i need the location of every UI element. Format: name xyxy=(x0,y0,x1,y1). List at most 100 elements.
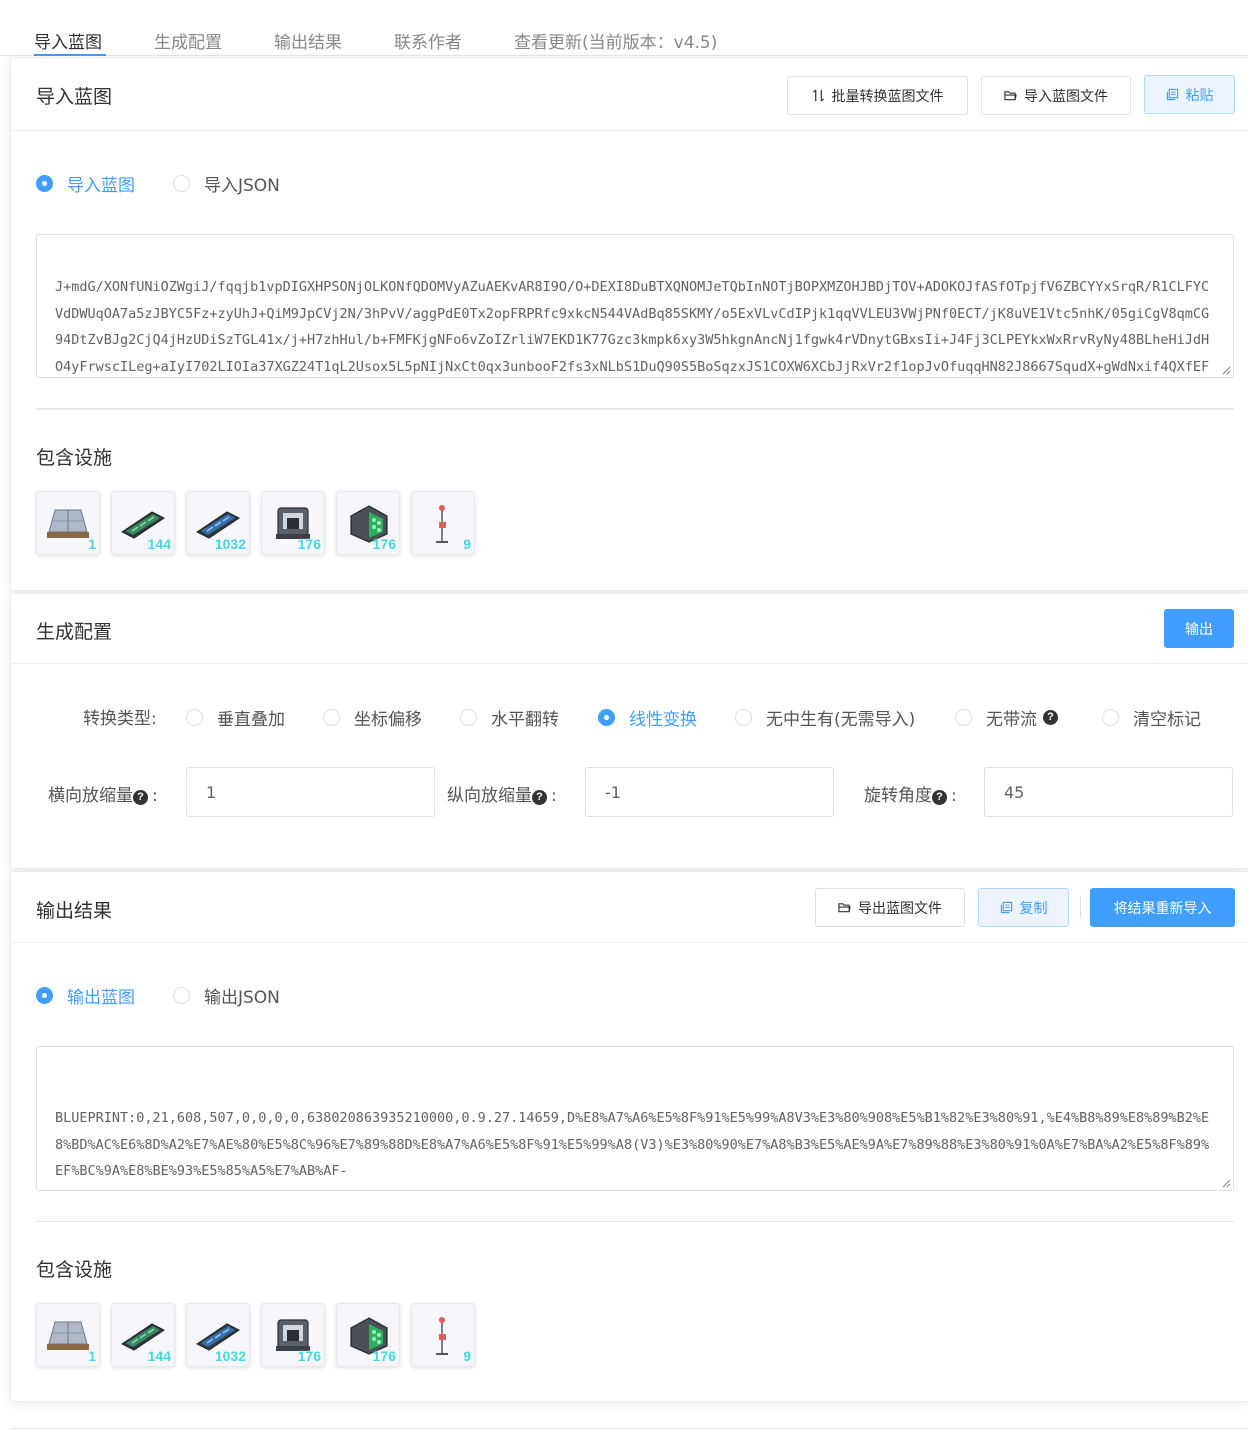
folder-open-icon xyxy=(1004,91,1017,101)
copy-label: 复制 xyxy=(1019,900,1048,917)
import-facility-list: 1 144 1032 176 176 9 xyxy=(36,491,476,555)
import-card-title: 导入蓝图 xyxy=(36,86,113,108)
facility-item: 1032 xyxy=(186,1303,250,1367)
facility-item: 9 xyxy=(411,491,475,555)
import-card-header: 导入蓝图 批量转换蓝图文件 导入蓝图文件 粘贴 xyxy=(11,58,1248,131)
radio-dot xyxy=(173,987,190,1004)
paste-button[interactable]: 粘贴 xyxy=(1144,75,1235,114)
reimport-button[interactable]: 将结果重新导入 xyxy=(1090,888,1235,927)
import-blueprint-textarea[interactable]: J+mdG/XONfUNiOZWgiJ/fqqjb1vpDIGXHPSONjOL… xyxy=(36,234,1234,378)
import-blueprint-text: J+mdG/XONfUNiOZWgiJ/fqqjb1vpDIGXHPSONjOL… xyxy=(55,279,1210,375)
import-facilities-label: 包含设施 xyxy=(36,447,113,469)
button-separator xyxy=(1080,896,1081,918)
radio-create-from-nothing[interactable]: 无中生有(无需导入) xyxy=(735,705,915,730)
horizontal-scale-text: 横向放缩量 xyxy=(48,786,133,806)
field-colon: : xyxy=(551,786,557,806)
sort-icon xyxy=(812,89,824,102)
vertical-scale-input[interactable]: -1 xyxy=(585,767,834,817)
facility-item: 176 xyxy=(261,1303,325,1367)
output-card-title: 输出结果 xyxy=(36,900,113,922)
radio-dot xyxy=(735,709,752,726)
radio-clear-marks-label: 清空标记 xyxy=(1133,710,1201,730)
copy-button[interactable]: 复制 xyxy=(978,888,1069,927)
traffic-monitor-icon xyxy=(436,505,448,543)
facility-item: 176 xyxy=(261,491,325,555)
radio-import-blueprint[interactable]: 导入蓝图 xyxy=(36,171,135,196)
radio-clear-marks[interactable]: 清空标记 xyxy=(1102,705,1201,730)
import-card: 导入蓝图 批量转换蓝图文件 导入蓝图文件 粘贴 导入蓝图 导入JSON J+md… xyxy=(10,57,1248,591)
tab-config[interactable]: 生成配置 xyxy=(154,28,222,53)
facility-count: 176 xyxy=(372,536,396,552)
radio-coord-offset[interactable]: 坐标偏移 xyxy=(323,705,422,730)
copy-icon xyxy=(1166,88,1178,101)
config-card: 生成配置 输出 转换类型: 垂直叠加 坐标偏移 水平翻转 线性变换 无中生有(无… xyxy=(10,593,1248,869)
radio-import-json[interactable]: 导入JSON xyxy=(173,171,280,196)
resize-handle-icon[interactable] xyxy=(1221,1178,1231,1188)
import-divider xyxy=(36,408,1234,410)
output-blueprint-text: BLUEPRINT:0,21,608,507,0,0,0,0,638020863… xyxy=(55,1110,1210,1190)
batch-convert-button[interactable]: 批量转换蓝图文件 xyxy=(787,76,968,115)
radio-dot xyxy=(598,709,615,726)
radio-vertical-stack[interactable]: 垂直叠加 xyxy=(186,705,285,730)
radio-horizontal-flip[interactable]: 水平翻转 xyxy=(460,705,559,730)
foundation-icon xyxy=(47,1321,89,1350)
radio-no-belt-flow[interactable]: 无带流 ? xyxy=(955,705,1058,730)
convert-type-label: 转换类型: xyxy=(83,709,157,729)
rotation-angle-input[interactable]: 45 xyxy=(984,767,1233,817)
radio-dot xyxy=(186,709,203,726)
facility-item: 144 xyxy=(111,491,175,555)
tab-updates[interactable]: 查看更新(当前版本：v4.5) xyxy=(514,28,717,53)
radio-vertical-stack-label: 垂直叠加 xyxy=(217,710,285,730)
facility-count: 1032 xyxy=(214,536,246,552)
horizontal-scale-label: 横向放缩量?: xyxy=(48,781,158,806)
help-icon[interactable]: ? xyxy=(932,790,947,805)
export-file-button[interactable]: 导出蓝图文件 xyxy=(815,888,965,927)
radio-linear-transform[interactable]: 线性变换 xyxy=(598,705,697,730)
facility-count: 144 xyxy=(147,536,171,552)
radio-import-blueprint-label: 导入蓝图 xyxy=(67,176,135,196)
facility-item: 1032 xyxy=(186,491,250,555)
tab-contact[interactable]: 联系作者 xyxy=(394,28,462,53)
radio-dot xyxy=(460,709,477,726)
horizontal-scale-input[interactable]: 1 xyxy=(186,767,435,817)
config-card-header: 生成配置 输出 xyxy=(11,594,1248,664)
radio-output-json[interactable]: 输出JSON xyxy=(173,983,280,1008)
resize-handle-icon[interactable] xyxy=(1221,365,1231,375)
output-blueprint-textarea[interactable]: BLUEPRINT:0,21,608,507,0,0,0,0,638020863… xyxy=(36,1046,1234,1191)
import-file-label: 导入蓝图文件 xyxy=(1024,88,1108,105)
facility-count: 176 xyxy=(297,536,321,552)
facility-count: 1 xyxy=(88,1348,96,1364)
output-facility-list: 1 144 1032 176 176 9 xyxy=(36,1303,476,1367)
traffic-monitor-icon xyxy=(436,1317,448,1355)
radio-dot xyxy=(1102,709,1119,726)
radio-dot xyxy=(36,987,53,1004)
main-tabs: 导入蓝图 生成配置 输出结果 联系作者 查看更新(当前版本：v4.5) xyxy=(0,0,1248,56)
tab-output[interactable]: 输出结果 xyxy=(274,28,342,53)
export-file-label: 导出蓝图文件 xyxy=(858,900,942,917)
active-tab-indicator xyxy=(34,54,106,56)
radio-output-blueprint-label: 输出蓝图 xyxy=(67,988,135,1008)
radio-dot xyxy=(323,709,340,726)
facility-count: 176 xyxy=(297,1348,321,1364)
field-colon: : xyxy=(152,786,158,806)
radio-output-json-label: 输出JSON xyxy=(204,988,280,1008)
facility-count: 176 xyxy=(372,1348,396,1364)
help-icon[interactable]: ? xyxy=(532,790,547,805)
radio-coord-offset-label: 坐标偏移 xyxy=(354,710,422,730)
radio-dot xyxy=(36,175,53,192)
output-divider xyxy=(36,1221,1234,1222)
radio-linear-transform-label: 线性变换 xyxy=(629,710,697,730)
facility-count: 1032 xyxy=(214,1348,246,1364)
output-button[interactable]: 输出 xyxy=(1164,609,1234,648)
facility-item: 1 xyxy=(36,491,100,555)
folder-open-icon xyxy=(838,903,851,913)
import-file-button[interactable]: 导入蓝图文件 xyxy=(981,76,1131,115)
tab-import[interactable]: 导入蓝图 xyxy=(34,28,102,53)
batch-convert-label: 批量转换蓝图文件 xyxy=(831,88,944,105)
help-icon[interactable]: ? xyxy=(133,790,148,805)
facility-count: 1 xyxy=(88,536,96,552)
radio-import-json-label: 导入JSON xyxy=(204,176,280,196)
vertical-scale-label: 纵向放缩量?: xyxy=(447,781,557,806)
radio-output-blueprint[interactable]: 输出蓝图 xyxy=(36,983,135,1008)
help-icon[interactable]: ? xyxy=(1043,710,1058,725)
